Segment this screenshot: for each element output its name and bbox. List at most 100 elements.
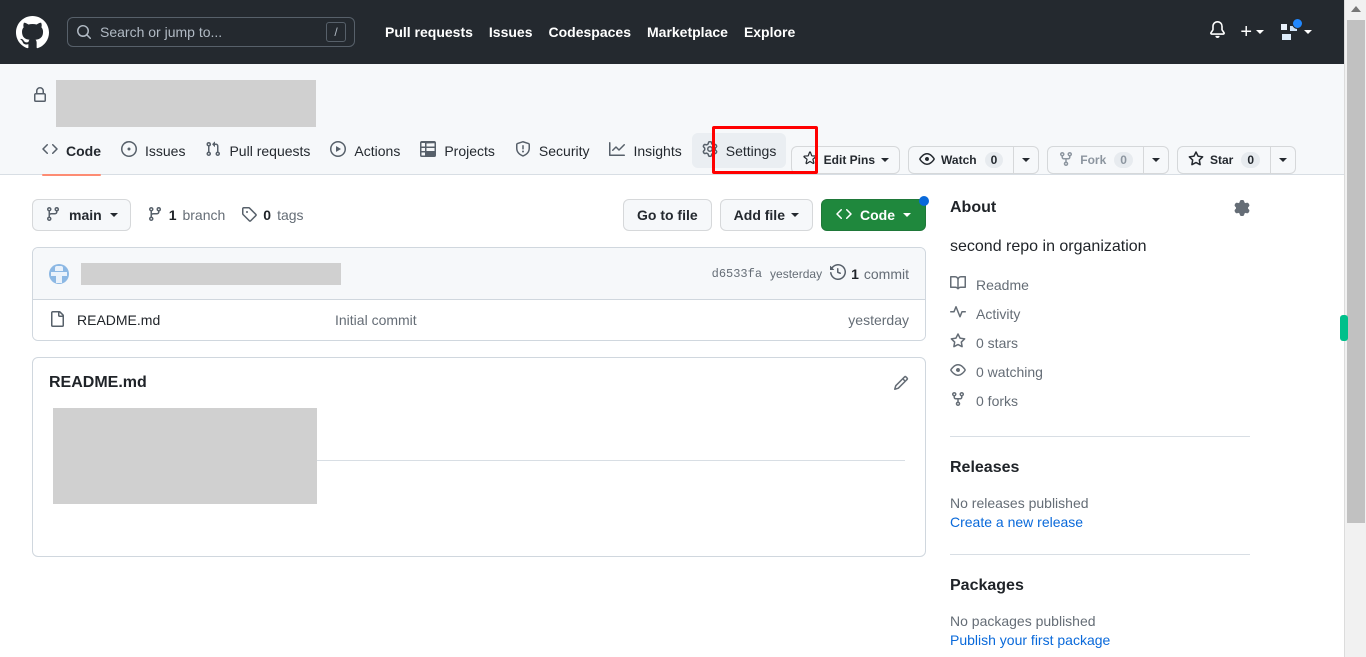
- browser-viewport: Search or jump to... / Pull requests Iss…: [0, 0, 1344, 657]
- nav-issues[interactable]: Issues: [489, 24, 533, 40]
- nav-marketplace[interactable]: Marketplace: [647, 24, 728, 40]
- fork-icon: [950, 391, 966, 410]
- tab-issues[interactable]: Issues: [111, 133, 195, 168]
- global-header: Search or jump to... / Pull requests Iss…: [0, 0, 1344, 64]
- github-mark-icon[interactable]: [16, 15, 49, 49]
- global-nav: Pull requests Issues Codespaces Marketpl…: [385, 24, 795, 40]
- about-readme-label: Readme: [976, 276, 1029, 293]
- branch-selector-button[interactable]: main: [32, 199, 131, 231]
- tab-code-label: Code: [66, 142, 101, 159]
- search-input[interactable]: Search or jump to... /: [67, 17, 355, 47]
- about-activity-label: Activity: [976, 305, 1021, 322]
- tab-actions[interactable]: Actions: [320, 133, 410, 168]
- readme-title: README.md: [49, 374, 147, 391]
- scroll-down-arrow[interactable]: [1345, 639, 1366, 657]
- about-forks-link[interactable]: 0 forks: [950, 389, 1250, 412]
- code-icon: [836, 206, 852, 225]
- file-commit-message[interactable]: Initial commit: [335, 312, 848, 328]
- search-icon: [76, 24, 92, 40]
- shield-icon: [515, 141, 531, 160]
- repository-nav-tabs: Code Issues Pull requests Actions Projec…: [32, 133, 1312, 176]
- notification-dot: [1292, 18, 1303, 29]
- about-readme-link[interactable]: Readme: [950, 273, 1250, 296]
- table-icon: [420, 141, 437, 160]
- about-section: About second repo in organization Readme…: [950, 199, 1250, 412]
- main-column: main 1 branch 0 tags Go to file Add file…: [32, 196, 929, 648]
- issue-opened-icon: [121, 141, 137, 160]
- repository-header: Edit Pins Watch 0 Fork 0 Star 0 Code Iss…: [0, 64, 1344, 176]
- tab-pull-requests[interactable]: Pull requests: [195, 133, 320, 168]
- packages-title: Packages: [950, 577, 1024, 594]
- bell-icon[interactable]: [1209, 21, 1226, 43]
- branch-count-link[interactable]: 1 branch: [147, 206, 226, 225]
- file-toolbar-right: Go to file Add file Code: [622, 196, 929, 231]
- search-shortcut-key: /: [326, 22, 346, 42]
- lock-icon: [32, 87, 48, 103]
- code-button[interactable]: Code: [821, 196, 929, 231]
- publish-package-link[interactable]: Publish your first package: [950, 632, 1250, 648]
- chevron-down-icon: [1256, 30, 1264, 34]
- scroll-up-arrow[interactable]: [1345, 0, 1366, 18]
- tab-settings[interactable]: Settings: [691, 133, 787, 168]
- tab-insights-label: Insights: [633, 142, 682, 159]
- releases-section: Releases No releases published Create a …: [950, 459, 1250, 530]
- git-pull-request-icon: [205, 141, 221, 160]
- create-release-link[interactable]: Create a new release: [950, 514, 1250, 530]
- tab-code[interactable]: Code: [32, 133, 111, 176]
- about-forks-label: 0 forks: [976, 392, 1019, 409]
- tag-count-label: tags: [277, 207, 304, 223]
- go-to-file-button[interactable]: Go to file: [622, 199, 712, 231]
- nav-explore[interactable]: Explore: [744, 24, 795, 40]
- add-file-button[interactable]: Add file: [719, 199, 813, 231]
- eye-icon: [950, 362, 966, 381]
- create-new-menu[interactable]: +: [1240, 22, 1264, 42]
- tab-pull-requests-label: Pull requests: [229, 142, 311, 159]
- tag-count-value: 0: [263, 207, 272, 223]
- history-icon: [830, 263, 847, 283]
- scrollbar-thumb[interactable]: [1347, 20, 1365, 523]
- tag-count-link[interactable]: 0 tags: [241, 206, 304, 225]
- scroll-position-marker: [1340, 315, 1348, 341]
- branch-icon: [147, 206, 163, 225]
- code-icon: [42, 141, 58, 160]
- commit-time: yesterday: [770, 266, 823, 281]
- search-placeholder: Search or jump to...: [100, 24, 223, 40]
- chevron-down-icon: [109, 213, 118, 217]
- gear-icon[interactable]: [1234, 200, 1250, 216]
- sidebar-divider: [950, 554, 1250, 555]
- repository-name-redacted: [56, 80, 316, 127]
- readme-card: README.md: [32, 357, 926, 557]
- tab-settings-label: Settings: [725, 142, 777, 159]
- commit-count-link[interactable]: 1 commit: [830, 263, 909, 283]
- pulse-icon: [950, 304, 966, 323]
- repository-title-row: [32, 80, 1312, 127]
- pencil-icon[interactable]: [893, 375, 909, 391]
- tab-projects[interactable]: Projects: [410, 133, 505, 168]
- account-menu[interactable]: [1278, 18, 1312, 43]
- tab-projects-label: Projects: [444, 142, 495, 159]
- plus-icon: +: [1240, 21, 1252, 43]
- sidebar-divider: [950, 436, 1250, 437]
- tab-actions-label: Actions: [354, 142, 401, 159]
- tab-security[interactable]: Security: [505, 133, 600, 168]
- about-activity-link[interactable]: Activity: [950, 302, 1250, 325]
- commit-sha[interactable]: d6533fa: [712, 267, 762, 281]
- about-watching-link[interactable]: 0 watching: [950, 360, 1250, 383]
- nav-codespaces[interactable]: Codespaces: [549, 24, 631, 40]
- tab-insights[interactable]: Insights: [599, 133, 691, 168]
- about-stars-link[interactable]: 0 stars: [950, 331, 1250, 354]
- about-description: second repo in organization: [950, 238, 1147, 255]
- file-name: README.md: [77, 312, 161, 328]
- repository-body: main 1 branch 0 tags Go to file Add file…: [0, 175, 1344, 648]
- branch-count-label: branch: [182, 207, 226, 223]
- releases-title: Releases: [950, 459, 1020, 476]
- about-watching-label: 0 watching: [976, 363, 1043, 380]
- commit-author-redacted: [81, 262, 341, 285]
- file-commit-time: yesterday: [848, 312, 909, 328]
- file-name-link[interactable]: README.md: [49, 310, 335, 330]
- commit-author-avatar[interactable]: [49, 263, 69, 284]
- add-file-label: Add file: [733, 207, 785, 223]
- releases-empty-text: No releases published: [950, 495, 1089, 511]
- play-icon: [330, 141, 347, 160]
- nav-pull-requests[interactable]: Pull requests: [385, 24, 473, 40]
